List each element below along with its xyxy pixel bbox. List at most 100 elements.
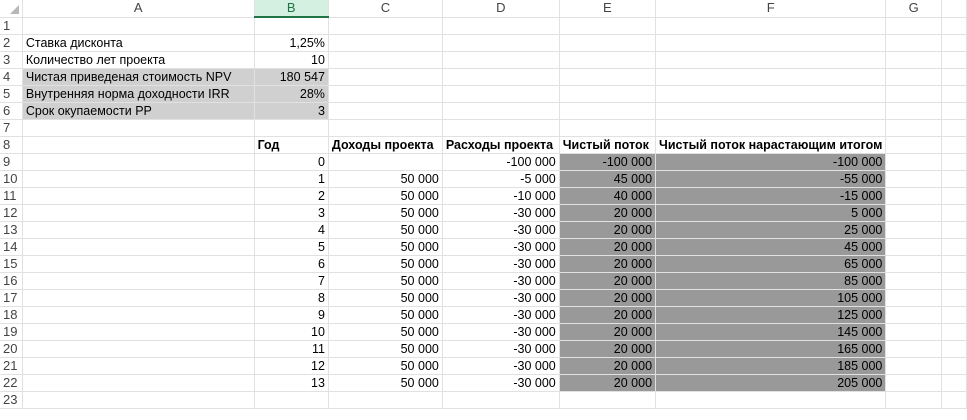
row-header[interactable]: 6 — [0, 102, 23, 120]
table-data-cell[interactable]: 6 — [254, 255, 329, 273]
cell[interactable] — [655, 391, 887, 409]
param-value-cell[interactable]: 28% — [254, 85, 329, 103]
cell[interactable] — [885, 119, 942, 137]
cell[interactable] — [885, 68, 942, 86]
table-data-cell[interactable]: 20 000 — [559, 357, 657, 375]
table-data-cell[interactable]: -30 000 — [442, 323, 560, 341]
cell[interactable] — [559, 119, 657, 137]
cell[interactable] — [941, 68, 967, 86]
table-data-cell[interactable]: -5 000 — [442, 170, 560, 188]
table-data-cell[interactable]: 45 000 — [559, 170, 657, 188]
cell[interactable] — [442, 51, 560, 69]
cell[interactable] — [22, 170, 255, 188]
cell[interactable] — [885, 17, 942, 35]
table-data-cell[interactable]: 20 000 — [559, 323, 657, 341]
param-label-cell[interactable]: Срок окупаемости PP — [22, 102, 255, 120]
cell[interactable] — [22, 323, 255, 341]
cell[interactable] — [941, 102, 967, 120]
cell[interactable] — [328, 102, 443, 120]
table-data-cell[interactable]: 50 000 — [328, 170, 443, 188]
row-header[interactable]: 12 — [0, 204, 23, 222]
cell[interactable] — [885, 272, 942, 290]
table-data-cell[interactable]: -30 000 — [442, 289, 560, 307]
table-header-cell[interactable]: Расходы проекта — [442, 136, 560, 154]
cell[interactable] — [442, 119, 560, 137]
table-data-cell[interactable]: 25 000 — [655, 221, 887, 239]
cell[interactable] — [559, 391, 657, 409]
column-header-d[interactable]: D — [442, 0, 560, 18]
table-data-cell[interactable]: 50 000 — [328, 221, 443, 239]
cell[interactable] — [655, 68, 887, 86]
cell[interactable] — [941, 153, 967, 171]
table-header-cell[interactable]: Доходы проекта — [328, 136, 443, 154]
cell[interactable] — [885, 85, 942, 103]
cell[interactable] — [442, 102, 560, 120]
cell[interactable] — [941, 306, 967, 324]
cell[interactable] — [885, 289, 942, 307]
table-data-cell[interactable]: 9 — [254, 306, 329, 324]
column-header-e[interactable]: E — [559, 0, 657, 18]
cell[interactable] — [22, 391, 255, 409]
param-value-cell[interactable]: 180 547 — [254, 68, 329, 86]
table-data-cell[interactable]: -30 000 — [442, 374, 560, 392]
row-header[interactable]: 17 — [0, 289, 23, 307]
table-data-cell[interactable]: 20 000 — [559, 289, 657, 307]
cell[interactable] — [655, 119, 887, 137]
row-header[interactable]: 9 — [0, 153, 23, 171]
cell[interactable] — [941, 238, 967, 256]
cell[interactable] — [885, 391, 942, 409]
param-label-cell[interactable]: Ставка дисконта — [22, 34, 255, 52]
cell[interactable] — [559, 85, 657, 103]
param-label-cell[interactable]: Внутренняя норма доходности IRR — [22, 85, 255, 103]
table-data-cell[interactable]: 50 000 — [328, 340, 443, 358]
cell[interactable] — [22, 136, 255, 154]
row-header[interactable]: 1 — [0, 17, 23, 35]
cell[interactable] — [254, 17, 329, 35]
cell[interactable] — [442, 68, 560, 86]
table-data-cell[interactable]: 12 — [254, 357, 329, 375]
cell[interactable] — [328, 85, 443, 103]
cell[interactable] — [655, 34, 887, 52]
cell[interactable] — [22, 221, 255, 239]
cell[interactable] — [559, 102, 657, 120]
column-header-a[interactable]: A — [22, 0, 255, 18]
cell[interactable] — [22, 357, 255, 375]
cell[interactable] — [885, 255, 942, 273]
cell[interactable] — [941, 170, 967, 188]
cell[interactable] — [885, 153, 942, 171]
table-data-cell[interactable]: -30 000 — [442, 221, 560, 239]
cell[interactable] — [22, 187, 255, 205]
row-header[interactable]: 5 — [0, 85, 23, 103]
table-data-cell[interactable]: 13 — [254, 374, 329, 392]
cell[interactable] — [941, 136, 967, 154]
cell[interactable] — [254, 119, 329, 137]
table-data-cell[interactable]: 20 000 — [559, 238, 657, 256]
cell[interactable] — [328, 391, 443, 409]
table-data-cell[interactable] — [328, 153, 443, 171]
table-data-cell[interactable]: 50 000 — [328, 204, 443, 222]
table-data-cell[interactable]: 20 000 — [559, 340, 657, 358]
cell[interactable] — [442, 34, 560, 52]
row-header[interactable]: 11 — [0, 187, 23, 205]
cell[interactable] — [885, 187, 942, 205]
cell[interactable] — [655, 17, 887, 35]
table-data-cell[interactable]: 0 — [254, 153, 329, 171]
table-data-cell[interactable]: 145 000 — [655, 323, 887, 341]
table-data-cell[interactable]: -10 000 — [442, 187, 560, 205]
table-data-cell[interactable]: 11 — [254, 340, 329, 358]
row-header[interactable]: 2 — [0, 34, 23, 52]
row-header[interactable]: 14 — [0, 238, 23, 256]
table-data-cell[interactable]: 50 000 — [328, 357, 443, 375]
table-data-cell[interactable]: -30 000 — [442, 340, 560, 358]
table-data-cell[interactable]: 185 000 — [655, 357, 887, 375]
cell[interactable] — [22, 255, 255, 273]
cell[interactable] — [885, 238, 942, 256]
select-all-corner[interactable] — [0, 0, 23, 18]
table-data-cell[interactable]: -30 000 — [442, 238, 560, 256]
table-data-cell[interactable]: -30 000 — [442, 204, 560, 222]
table-data-cell[interactable]: 50 000 — [328, 272, 443, 290]
table-data-cell[interactable]: -30 000 — [442, 272, 560, 290]
cell[interactable] — [885, 374, 942, 392]
cell[interactable] — [559, 17, 657, 35]
row-header[interactable]: 15 — [0, 255, 23, 273]
